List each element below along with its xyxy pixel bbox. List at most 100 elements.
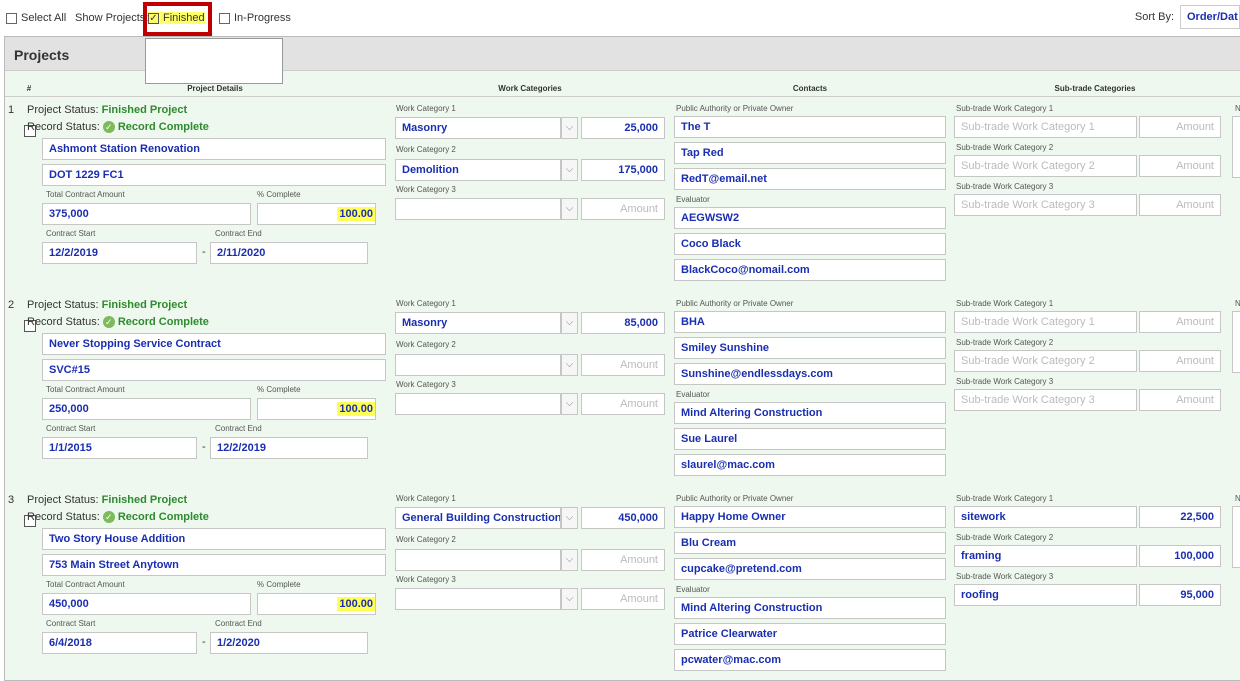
- project-status: Project Status: Finished Project: [27, 299, 187, 311]
- check-circle-icon: ✓: [102, 511, 115, 524]
- subtrade-category-label: Sub-trade Work Category 1: [956, 299, 1054, 308]
- total-contract-field[interactable]: 450,000: [42, 593, 251, 615]
- record-status-label: Record Status:: [27, 121, 100, 133]
- date-dash: -: [202, 636, 206, 648]
- work-category-label: Work Category 3: [396, 185, 456, 194]
- contact-field[interactable]: cupcake@pretend.com: [674, 558, 946, 580]
- record-status-label: Record Status:: [27, 511, 100, 523]
- project-code-field[interactable]: DOT 1229 FC1: [42, 164, 386, 186]
- project-row: 3 Project Status: Finished Project Record …: [0, 390, 1240, 671]
- chevron-down-icon[interactable]: ⌵: [561, 588, 578, 610]
- subtrade-category-label: Sub-trade Work Category 1: [956, 494, 1054, 503]
- contract-start-label: Contract Start: [46, 619, 96, 628]
- subtrade-category-field[interactable]: roofing: [954, 584, 1137, 606]
- project-row: 1 Project Status: Finished Project Record …: [0, 0, 1240, 281]
- work-category-label: Work Category 2: [396, 535, 456, 544]
- notes-field[interactable]: [1232, 506, 1240, 568]
- project-code-field[interactable]: 753 Main Street Anytown: [42, 554, 386, 576]
- subtrade-amount-field[interactable]: 100,000: [1139, 545, 1221, 567]
- contact-field[interactable]: Smiley Sunshine: [674, 337, 946, 359]
- project-status-label: Project Status:: [27, 299, 99, 311]
- project-code-field[interactable]: SVC#15: [42, 359, 386, 381]
- record-status-value: Record Complete: [117, 121, 209, 133]
- work-category-select[interactable]: General Building Construction: [395, 507, 561, 529]
- chevron-down-icon[interactable]: ⌵: [561, 312, 578, 334]
- subtrade-category-label: Sub-trade Work Category 2: [956, 143, 1054, 152]
- project-name-field[interactable]: Never Stopping Service Contract: [42, 333, 386, 355]
- chevron-down-icon[interactable]: ⌵: [561, 507, 578, 529]
- evaluator-field[interactable]: pcwater@mac.com: [674, 649, 946, 671]
- contract-end-field[interactable]: 1/2/2020: [210, 632, 368, 654]
- contact-field[interactable]: BHA: [674, 311, 946, 333]
- pct-complete-field[interactable]: 100.00: [257, 593, 376, 615]
- subtrade-category-label: Sub-trade Work Category 2: [956, 338, 1054, 347]
- work-amount-field[interactable]: 450,000: [581, 507, 665, 529]
- work-category-select[interactable]: Demolition: [395, 159, 561, 181]
- evaluator-field[interactable]: Mind Altering Construction: [674, 597, 946, 619]
- work-amount-field[interactable]: 25,000: [581, 117, 665, 139]
- work-category-select[interactable]: [395, 354, 561, 376]
- work-category-label: Work Category 3: [396, 575, 456, 584]
- record-status-value: Record Complete: [117, 511, 209, 523]
- work-category-select[interactable]: Masonry: [395, 117, 561, 139]
- work-category-select[interactable]: [395, 549, 561, 571]
- pct-complete-value: 100.00: [337, 597, 375, 611]
- notes-field[interactable]: [1232, 311, 1240, 373]
- chevron-down-icon[interactable]: ⌵: [561, 549, 578, 571]
- contact-field[interactable]: Sunshine@endlessdays.com: [674, 363, 946, 385]
- subtrade-amount-field[interactable]: Amount: [1139, 350, 1221, 372]
- subtrade-category-label: Sub-trade Work Category 3: [956, 377, 1054, 386]
- work-amount-field[interactable]: 85,000: [581, 312, 665, 334]
- subtrade-category-field[interactable]: framing: [954, 545, 1137, 567]
- chevron-down-icon[interactable]: ⌵: [561, 117, 578, 139]
- notes-label: N: [1235, 494, 1240, 503]
- public-authority-label: Public Authority or Private Owner: [676, 299, 794, 308]
- work-amount-field[interactable]: Amount: [581, 588, 665, 610]
- project-name-field[interactable]: Two Story House Addition: [42, 528, 386, 550]
- work-amount-field[interactable]: Amount: [581, 549, 665, 571]
- subtrade-category-field[interactable]: Sub-trade Work Category 2: [954, 155, 1137, 177]
- work-amount-field[interactable]: Amount: [581, 354, 665, 376]
- subtrade-category-field[interactable]: Sub-trade Work Category 2: [954, 350, 1137, 372]
- work-category-select[interactable]: Masonry: [395, 312, 561, 334]
- work-category-select[interactable]: [395, 588, 561, 610]
- project-name-field[interactable]: Ashmont Station Renovation: [42, 138, 386, 160]
- subtrade-amount-field[interactable]: Amount: [1139, 311, 1221, 333]
- contact-field[interactable]: RedT@email.net: [674, 168, 946, 190]
- contact-field[interactable]: Happy Home Owner: [674, 506, 946, 528]
- project-row: 2 Project Status: Finished Project Record …: [0, 195, 1240, 476]
- contract-start-field[interactable]: 6/4/2018: [42, 632, 197, 654]
- row-number: 1: [8, 104, 15, 116]
- check-circle-icon: ✓: [102, 316, 115, 329]
- subtrade-amount-field[interactable]: Amount: [1139, 116, 1221, 138]
- public-authority-label: Public Authority or Private Owner: [676, 494, 794, 503]
- notes-field[interactable]: [1232, 116, 1240, 178]
- subtrade-amount-field[interactable]: 22,500: [1139, 506, 1221, 528]
- project-status-value: Finished Project: [101, 104, 188, 116]
- subtrade-category-field[interactable]: Sub-trade Work Category 1: [954, 116, 1137, 138]
- contact-field[interactable]: Blu Cream: [674, 532, 946, 554]
- record-status: Record Status: ✓ Record Complete: [27, 121, 209, 134]
- subtrade-amount-field[interactable]: Amount: [1139, 155, 1221, 177]
- work-category-label: Work Category 2: [396, 340, 456, 349]
- project-status-label: Project Status:: [27, 104, 99, 116]
- chevron-down-icon[interactable]: ⌵: [561, 159, 578, 181]
- work-amount-field[interactable]: 175,000: [581, 159, 665, 181]
- work-category-label: Work Category 2: [396, 145, 456, 154]
- project-status-value: Finished Project: [101, 299, 188, 311]
- work-category-label: Work Category 1: [396, 299, 456, 308]
- subtrade-category-field[interactable]: Sub-trade Work Category 1: [954, 311, 1137, 333]
- work-category-label: Work Category 1: [396, 494, 456, 503]
- project-status: Project Status: Finished Project: [27, 494, 187, 506]
- subtrade-category-field[interactable]: sitework: [954, 506, 1137, 528]
- contact-field[interactable]: Tap Red: [674, 142, 946, 164]
- subtrade-category-label: Sub-trade Work Category 3: [956, 182, 1054, 191]
- project-status-label: Project Status:: [27, 494, 99, 506]
- check-circle-icon: ✓: [102, 121, 115, 134]
- pct-complete-label: % Complete: [257, 580, 301, 589]
- subtrade-amount-field[interactable]: 95,000: [1139, 584, 1221, 606]
- chevron-down-icon[interactable]: ⌵: [561, 354, 578, 376]
- contact-field[interactable]: The T: [674, 116, 946, 138]
- work-category-label: Work Category 3: [396, 380, 456, 389]
- evaluator-field[interactable]: Patrice Clearwater: [674, 623, 946, 645]
